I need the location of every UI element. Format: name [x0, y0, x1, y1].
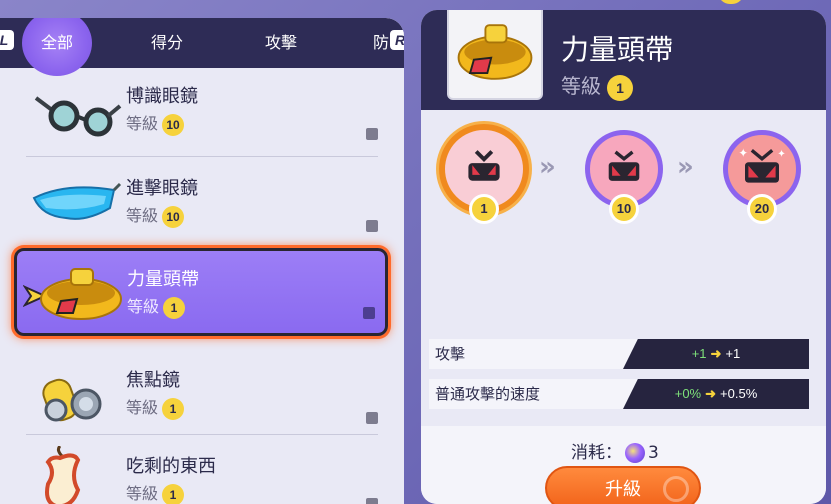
item-marker: [366, 220, 378, 232]
headband-emblem-icon: ✦ ✦: [738, 146, 786, 183]
upgrade-label: 升級: [605, 479, 641, 500]
upgrade-button[interactable]: 升級: [545, 466, 701, 504]
button-hint-icon: [663, 476, 689, 502]
list-item[interactable]: 進擊眼鏡 等級 10: [22, 160, 382, 246]
stat-value: +0% ➜ +0.5%: [623, 379, 809, 409]
tab-all[interactable]: 全部: [20, 18, 94, 68]
item-level: 等級 1: [126, 480, 185, 504]
stat-to: +1: [725, 346, 741, 361]
stat-to: +0.5%: [720, 386, 758, 401]
stat-from: +1: [691, 346, 707, 361]
cost-label: 消耗：: [571, 443, 622, 463]
list-item[interactable]: 吃剩的東西 等級 1: [22, 438, 382, 504]
stage-level-badge: 10: [609, 194, 639, 224]
currency-orb: [718, 0, 744, 4]
detail-item-level: 等級 1: [561, 70, 633, 101]
list-item-selected[interactable]: 力量頭帶 等級 1: [14, 248, 388, 336]
item-name: 進擊眼鏡: [126, 178, 198, 199]
list-item[interactable]: 博識眼鏡 等級 10: [22, 68, 382, 154]
item-marker: [366, 412, 378, 424]
stat-row-attack-speed: 普通攻擊的速度 +0% ➜ +0.5%: [429, 379, 819, 409]
item-marker: [363, 307, 375, 319]
item-thumbnail: [447, 10, 543, 100]
level-badge: 10: [162, 205, 185, 228]
item-name: 吃剩的東西: [126, 456, 216, 477]
item-marker: [366, 128, 378, 140]
headband-icon: [40, 268, 122, 320]
detail-header: 力量頭帶 等級 1: [421, 10, 826, 110]
svg-text:✦: ✦: [777, 149, 786, 160]
cost-value: 3: [648, 443, 659, 463]
stage-level-badge: 1: [469, 194, 499, 224]
stat-from: +0%: [674, 386, 702, 401]
detail-item-name: 力量頭帶: [561, 33, 674, 66]
item-name: 焦點鏡: [126, 370, 180, 391]
category-tabbar: L 全部 得分 攻擊 防 R: [0, 18, 404, 68]
l-shoulder-button[interactable]: L: [0, 30, 14, 50]
chevron-right-icon: »: [677, 152, 694, 182]
item-level: 等級 1: [126, 394, 185, 420]
tab-scoring[interactable]: 得分: [130, 18, 204, 68]
level-badge: 1: [607, 74, 633, 101]
upgrade-footer: 消耗： 3 升級: [421, 426, 826, 504]
stat-row-attack: 攻擊 +1 ➜ +1: [429, 339, 819, 369]
stat-name: 攻擊: [429, 339, 649, 369]
svg-text:✦: ✦: [738, 146, 748, 160]
item-marker: [366, 498, 378, 504]
list-item[interactable]: 焦點鏡 等級 1: [22, 352, 382, 438]
level-badge: 10: [162, 113, 185, 136]
item-name: 博識眼鏡: [126, 86, 198, 107]
stat-name: 普通攻擊的速度: [429, 379, 649, 409]
divider: [26, 434, 378, 435]
glasses-icon: [34, 96, 122, 137]
stat-value: +1 ➜ +1: [623, 339, 809, 369]
item-name: 力量頭帶: [127, 269, 199, 290]
headband-icon: [457, 24, 533, 80]
leftovers-icon: [45, 446, 81, 504]
r-shoulder-button[interactable]: R: [390, 30, 404, 50]
scope-lens-icon: [42, 378, 102, 422]
item-level: 等級 10: [126, 202, 185, 228]
item-enhancer-icon: [625, 443, 645, 463]
goggles-icon: [32, 182, 122, 220]
cost-display: 消耗： 3: [571, 438, 659, 463]
tab-attack[interactable]: 攻擊: [244, 18, 318, 68]
headband-emblem-icon: [608, 150, 640, 181]
level-badge: 1: [162, 483, 185, 504]
item-list-panel: L 全部 得分 攻擊 防 R 博識眼鏡 等級10: [0, 18, 404, 504]
item-level: 等級 10: [126, 110, 185, 136]
divider: [26, 156, 378, 157]
chevron-right-icon: »: [539, 152, 556, 182]
arrow-right-icon: ➜: [705, 386, 717, 401]
item-level: 等級 1: [127, 293, 186, 319]
stage-level-badge: 20: [747, 194, 777, 224]
item-detail-panel: 力量頭帶 等級 1 1 » 10 » ✦ ✦ 20 攻擊 +1 ➜ +1 普通攻…: [421, 10, 826, 504]
level-badge: 1: [162, 397, 185, 420]
arrow-right-icon: ➜: [710, 346, 722, 361]
level-badge: 1: [163, 296, 186, 319]
